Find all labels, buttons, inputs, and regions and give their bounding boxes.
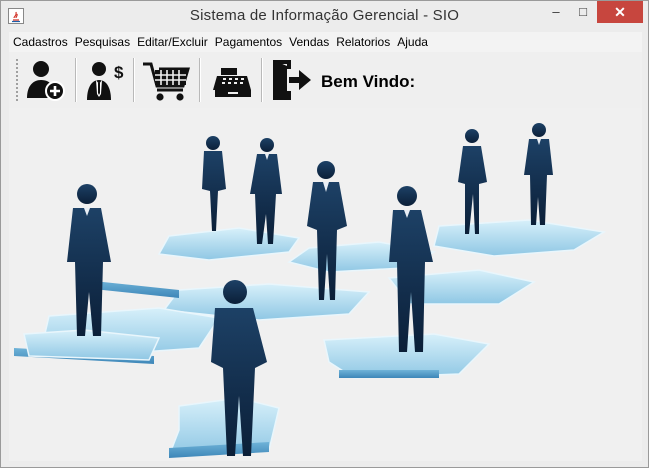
salesperson-button[interactable]: $ bbox=[81, 56, 129, 104]
title-bar[interactable]: Sistema de Informação Gerencial - SIO – … bbox=[1, 1, 648, 32]
minimize-button[interactable]: – bbox=[542, 1, 570, 23]
toolbar-separator bbox=[133, 58, 135, 102]
app-window: Sistema de Informação Gerencial - SIO – … bbox=[0, 0, 649, 468]
toolbar-separator bbox=[199, 58, 201, 102]
exit-door-icon bbox=[273, 60, 311, 100]
menu-ajuda[interactable]: Ajuda bbox=[393, 32, 431, 51]
main-content-area bbox=[9, 108, 642, 461]
shopping-cart-button[interactable] bbox=[141, 56, 191, 104]
close-button[interactable]: ✕ bbox=[597, 1, 643, 23]
exit-button[interactable] bbox=[267, 56, 315, 104]
svg-text:$: $ bbox=[114, 63, 124, 82]
business-people-puzzle-image bbox=[14, 123, 607, 458]
toolbar: $ Bem Vindo: bbox=[9, 52, 642, 108]
shopping-cart-icon bbox=[143, 62, 191, 101]
menu-editar-excluir[interactable]: Editar/Excluir bbox=[133, 32, 211, 51]
menu-relatorios[interactable]: Relatorios bbox=[332, 32, 393, 51]
menu-cadastros[interactable]: Cadastros bbox=[9, 32, 71, 51]
add-user-icon bbox=[27, 61, 65, 101]
toolbar-separator bbox=[75, 58, 77, 102]
add-user-button[interactable] bbox=[23, 56, 71, 104]
menu-bar: Cadastros Pesquisas Editar/Excluir Pagament… bbox=[9, 32, 642, 52]
maximize-button[interactable]: □ bbox=[570, 1, 596, 23]
menu-vendas[interactable]: Vendas bbox=[285, 32, 332, 51]
salesperson-money-icon: $ bbox=[87, 62, 124, 100]
cash-register-button[interactable] bbox=[209, 56, 257, 104]
menu-pesquisas[interactable]: Pesquisas bbox=[71, 32, 133, 51]
menu-pagamentos[interactable]: Pagamentos bbox=[211, 32, 285, 51]
toolbar-separator bbox=[261, 58, 263, 102]
cash-register-icon bbox=[213, 68, 251, 97]
toolbar-grip[interactable] bbox=[15, 58, 19, 103]
welcome-label: Bem Vindo: bbox=[321, 72, 416, 91]
